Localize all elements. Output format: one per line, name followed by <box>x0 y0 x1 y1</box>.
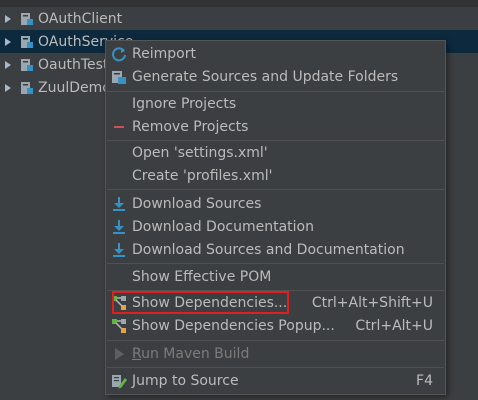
menu-item-label: Generate Sources and Update Folders <box>132 69 399 85</box>
refresh-icon <box>111 46 127 62</box>
ide-window: OAuthClient OAuthService OauthTest ZuulD… <box>0 0 478 400</box>
menu-item-label: Run Maven Build <box>132 346 249 362</box>
menu-item-label: Download Sources and Documentation <box>132 242 405 258</box>
menu-item-run-maven-build[interactable]: Run Maven Build <box>106 343 445 365</box>
module-folder-icon <box>21 81 33 94</box>
menu-item-label: Show Effective POM <box>132 269 272 285</box>
menu-item-download-sources[interactable]: Download Sources <box>106 193 445 215</box>
download-icon <box>111 219 127 235</box>
mnemonic-letter: R <box>132 346 142 362</box>
panel-top-strip <box>0 0 478 7</box>
tree-item-label: ZuulDemo <box>38 79 111 96</box>
download-icon <box>111 242 127 258</box>
menu-item-label: Reimport <box>132 46 196 62</box>
expand-arrow-icon[interactable] <box>5 14 11 23</box>
menu-item-label: Download Sources <box>132 196 262 212</box>
tree-row-oauthclient[interactable]: OAuthClient <box>0 7 478 30</box>
download-icon <box>111 196 127 212</box>
menu-item-label: Show Dependencies Popup... <box>132 318 335 334</box>
edit-source-icon <box>111 373 127 389</box>
menu-separator <box>107 91 444 92</box>
menu-item-show-effective-pom[interactable]: Show Effective POM <box>106 266 445 288</box>
menu-item-label: Ignore Projects <box>132 96 237 112</box>
menu-item-download-documentation[interactable]: Download Documentation <box>106 216 445 238</box>
annotation-highlight-box <box>112 291 289 314</box>
menu-item-open-settings[interactable]: Open 'settings.xml' <box>106 142 445 164</box>
menu-separator <box>107 367 444 368</box>
menu-item-label-rest: un Maven Build <box>141 346 250 362</box>
menu-item-download-sources-and-documentation[interactable]: Download Sources and Documentation <box>106 239 445 261</box>
diagram-icon <box>111 318 127 334</box>
expand-arrow-icon[interactable] <box>5 37 11 46</box>
menu-item-remove-projects[interactable]: Remove Projects <box>106 116 445 138</box>
menu-item-label: Remove Projects <box>132 119 249 135</box>
context-menu: Reimport Generate Sources and Update Fol… <box>105 40 446 395</box>
generate-sources-icon <box>111 69 127 85</box>
menu-item-shortcut: Ctrl+Alt+Shift+U <box>311 295 433 311</box>
menu-separator <box>107 263 444 264</box>
menu-item-show-dependencies-popup[interactable]: Show Dependencies Popup... Ctrl+Alt+U <box>106 315 445 337</box>
menu-item-jump-to-source[interactable]: Jump to Source F4 <box>106 370 445 392</box>
module-folder-icon <box>21 35 33 48</box>
tree-item-label: OauthTest <box>38 56 109 73</box>
menu-item-ignore-projects[interactable]: Ignore Projects <box>106 93 445 115</box>
minus-icon <box>111 119 127 135</box>
expand-arrow-icon[interactable] <box>5 83 11 92</box>
menu-item-label: Open 'settings.xml' <box>132 145 268 161</box>
menu-separator <box>107 189 444 190</box>
menu-separator <box>107 140 444 141</box>
menu-item-generate-sources[interactable]: Generate Sources and Update Folders <box>106 66 445 88</box>
menu-item-shortcut: F4 <box>416 373 433 389</box>
menu-item-label: Create 'profiles.xml' <box>132 168 273 184</box>
expand-arrow-icon[interactable] <box>5 60 11 69</box>
tree-item-label: OAuthClient <box>38 10 123 27</box>
menu-item-shortcut: Ctrl+Alt+U <box>355 318 433 334</box>
module-folder-icon <box>21 58 33 71</box>
menu-item-label: Jump to Source <box>132 373 239 389</box>
run-icon <box>111 346 127 362</box>
menu-item-label: Download Documentation <box>132 219 314 235</box>
menu-item-create-profiles[interactable]: Create 'profiles.xml' <box>106 165 445 187</box>
menu-item-reimport[interactable]: Reimport <box>106 43 445 65</box>
module-folder-icon <box>21 12 33 25</box>
menu-separator <box>107 340 444 341</box>
